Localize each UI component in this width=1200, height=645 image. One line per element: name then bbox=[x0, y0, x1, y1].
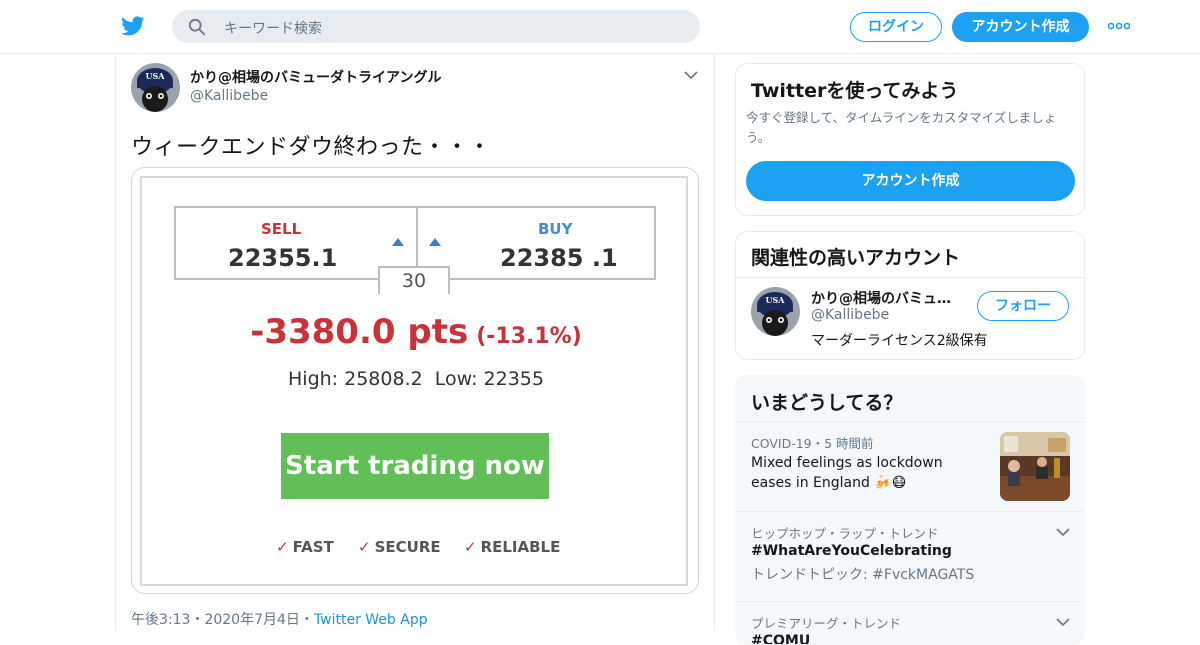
related-account-name[interactable]: かり@相場のバミュ… bbox=[811, 288, 951, 308]
signup-prompt-description: 今すぐ登録して、タイムラインをカスタマイズしましょう。 bbox=[746, 110, 1057, 145]
feature-label: RELIABLE bbox=[480, 538, 561, 556]
pub-photo bbox=[1000, 432, 1070, 501]
trend-title: #COMU bbox=[751, 633, 811, 645]
sell-label: SELL bbox=[261, 220, 302, 238]
sell-value: 22355.1 bbox=[228, 244, 338, 272]
check-icon: ✓ bbox=[358, 538, 371, 556]
trend-context: ヒップホップ・ラップ・トレンド bbox=[751, 526, 939, 541]
chevron-down-icon[interactable] bbox=[1056, 617, 1070, 627]
signup-button[interactable]: アカウント作成 bbox=[952, 12, 1089, 42]
divider bbox=[736, 277, 1084, 278]
trends-title: いまどうしてる？ bbox=[751, 392, 903, 414]
feature-fast: ✓ FAST bbox=[276, 538, 334, 556]
trend-context: プレミアリーグ・トレンド bbox=[751, 616, 902, 631]
tweet-metadata: 午後3:13・2020年7月4日・Twitter Web App bbox=[131, 609, 428, 629]
trends-card: いまどうしてる？ COVID-19・5 時間前 Mixed feelings a… bbox=[735, 375, 1085, 645]
trend-item[interactable]: ヒップホップ・ラップ・トレンド #WhatAreYouCelebrating ト… bbox=[736, 511, 1084, 601]
search-icon bbox=[188, 18, 206, 36]
avatar-image: USA bbox=[131, 63, 180, 112]
related-account-bio: マーダーライセンス2級保有 bbox=[811, 333, 988, 349]
tweet-time[interactable]: 午後3:13 bbox=[131, 612, 190, 628]
start-trading-banner: Start trading now bbox=[281, 433, 549, 499]
avatar-text: USA bbox=[766, 295, 786, 305]
follow-button[interactable]: フォロー bbox=[977, 291, 1069, 321]
change-points: -3380.0 pts bbox=[250, 312, 469, 352]
trend-item[interactable]: プレミアリーグ・トレンド #COMU bbox=[736, 601, 1084, 645]
trend-context: COVID-19・5 時間前 bbox=[751, 436, 874, 451]
feature-reliable: ✓ RELIABLE bbox=[464, 538, 560, 556]
related-accounts-card: 関連性の高いアカウント USA かり@相場のバミュ… @Kallibebe マー… bbox=[735, 231, 1085, 360]
signup-prompt-title: Twitterを使ってみよう bbox=[751, 80, 959, 102]
twitter-bird-icon[interactable] bbox=[120, 14, 146, 38]
avatar-image: USA bbox=[751, 287, 800, 336]
separator: ・ bbox=[190, 612, 205, 628]
feature-secure: ✓ SECURE bbox=[358, 538, 441, 556]
up-arrow-icon bbox=[392, 238, 404, 246]
feature-label: FAST bbox=[292, 538, 334, 556]
check-icon: ✓ bbox=[276, 538, 289, 556]
top-navigation-bar: キーワード検索 ログイン アカウント作成 bbox=[0, 0, 1200, 54]
high-low: High: 25808.2 Low: 22355 bbox=[142, 368, 690, 390]
author-name[interactable]: かり@相場のバミューダトライアングル bbox=[190, 67, 441, 87]
search-placeholder: キーワード検索 bbox=[224, 21, 322, 37]
trend-thumbnail bbox=[1000, 432, 1070, 501]
buy-label: BUY bbox=[538, 220, 573, 238]
tweet-media-image[interactable]: SELL 22355.1 BUY 22385 .1 30 -3380.0 pts… bbox=[131, 167, 699, 594]
search-input[interactable]: キーワード検索 bbox=[172, 10, 700, 43]
low-value: Low: 22355 bbox=[434, 368, 544, 390]
high-value: High: 25808.2 bbox=[288, 368, 423, 390]
chevron-down-icon[interactable] bbox=[1056, 527, 1070, 537]
login-button[interactable]: ログイン bbox=[850, 12, 942, 42]
quote-widget: SELL 22355.1 BUY 22385 .1 30 -3380.0 pts… bbox=[140, 176, 688, 586]
signup-prompt-card: Twitterを使ってみよう 今すぐ登録して、タイムラインをカスタマイズしましょ… bbox=[735, 63, 1085, 216]
feature-label: SECURE bbox=[374, 538, 441, 556]
check-icon: ✓ bbox=[464, 538, 477, 556]
spread-value: 30 bbox=[378, 266, 450, 294]
trend-item[interactable]: COVID-19・5 時間前 Mixed feelings as lockdow… bbox=[736, 421, 1084, 511]
related-account-handle[interactable]: @Kallibebe bbox=[811, 307, 889, 323]
related-accounts-title: 関連性の高いアカウント bbox=[751, 247, 961, 269]
tweet-date[interactable]: 2020年7月4日 bbox=[204, 612, 299, 628]
trend-subtitle: トレンドトピック: #FvckMAGATS bbox=[751, 567, 975, 583]
price-change: -3380.0 pts (-13.1%) bbox=[142, 312, 690, 352]
trend-title: Mixed feelings as lockdown eases in Engl… bbox=[751, 455, 943, 491]
avatar[interactable]: USA bbox=[751, 287, 800, 336]
trend-title: #WhatAreYouCelebrating bbox=[751, 543, 952, 559]
author-handle[interactable]: @Kallibebe bbox=[190, 88, 268, 104]
avatar-text: USA bbox=[146, 71, 166, 81]
tweet-source-link[interactable]: Twitter Web App bbox=[314, 612, 428, 628]
change-percent: (-13.1%) bbox=[476, 324, 582, 349]
separator: ・ bbox=[299, 612, 314, 628]
more-options-icon[interactable] bbox=[1108, 21, 1130, 31]
chevron-down-icon[interactable] bbox=[684, 70, 698, 80]
tweet-text: ウィークエンドダウ終わった・・・ bbox=[131, 135, 492, 160]
up-arrow-icon bbox=[429, 238, 441, 246]
create-account-button[interactable]: アカウント作成 bbox=[746, 161, 1075, 201]
buy-value: 22385 .1 bbox=[500, 244, 618, 272]
avatar[interactable]: USA bbox=[131, 63, 180, 112]
